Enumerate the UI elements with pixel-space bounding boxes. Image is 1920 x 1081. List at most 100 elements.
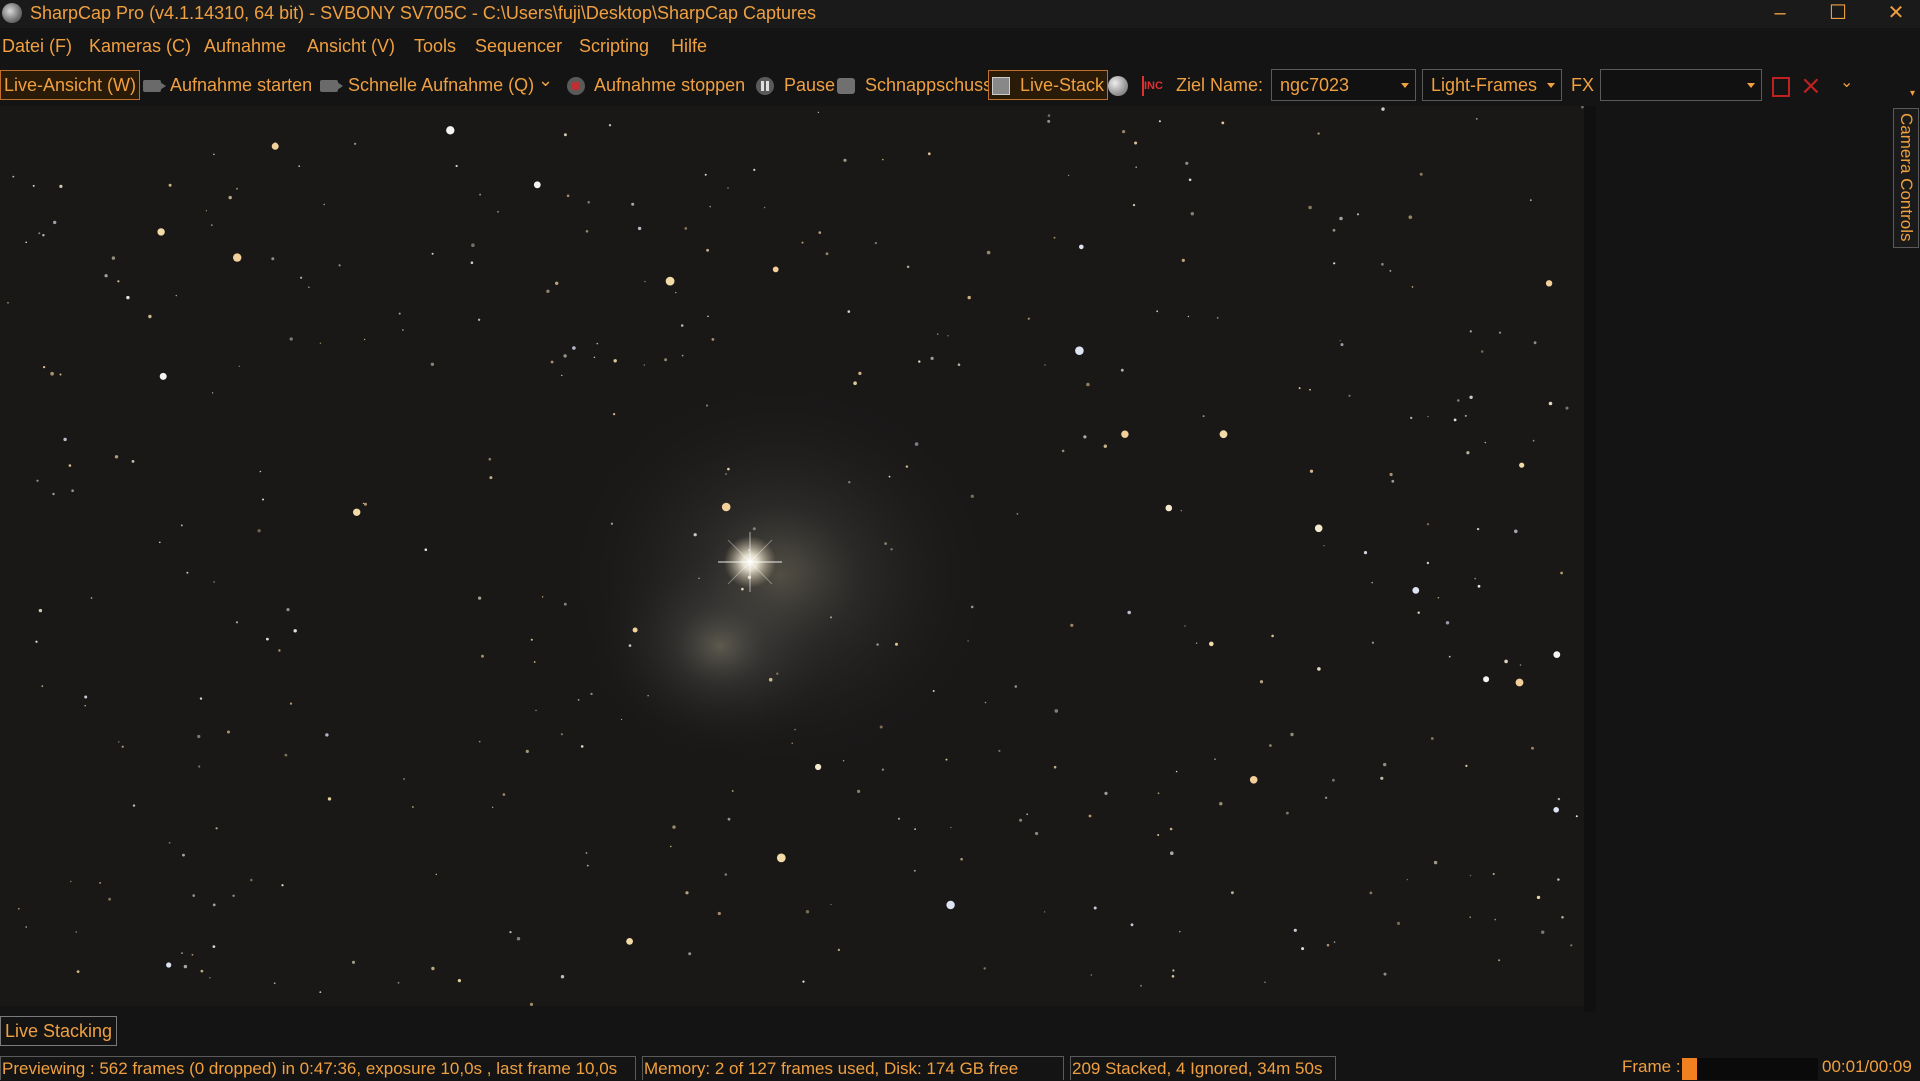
inc-icon[interactable]: INC — [1142, 76, 1166, 96]
frame-progress-fill — [1682, 1058, 1697, 1080]
star — [212, 903, 216, 907]
star — [957, 363, 961, 367]
star — [830, 903, 832, 906]
star — [1044, 364, 1046, 366]
star — [1483, 676, 1490, 683]
snapshot-button[interactable]: Schnappschuss — [837, 71, 992, 99]
star — [70, 880, 72, 883]
live-stacking-tab[interactable]: Live Stacking — [0, 1016, 118, 1046]
star — [967, 640, 969, 642]
star — [721, 502, 731, 512]
menu-sequencer[interactable]: Sequencer — [475, 36, 562, 57]
star — [1369, 891, 1373, 895]
close-button[interactable]: ✕ — [1868, 0, 1920, 28]
star — [478, 596, 482, 600]
quick-capture-button[interactable]: Schnelle Aufnahme (Q) — [320, 71, 534, 99]
star — [1185, 161, 1189, 165]
menu-aufnahme[interactable]: Aufnahme — [204, 36, 286, 57]
star — [157, 228, 165, 236]
star — [90, 597, 93, 599]
menu-tools[interactable]: Tools — [414, 36, 456, 57]
star — [847, 310, 851, 313]
star — [1103, 444, 1108, 448]
star — [843, 158, 847, 162]
snapshot-icon — [837, 78, 855, 95]
star — [209, 976, 211, 979]
star — [18, 908, 20, 910]
fx-dropdown[interactable] — [1600, 69, 1762, 101]
star — [1557, 878, 1560, 881]
star — [1419, 172, 1423, 176]
star — [665, 276, 675, 286]
pause-button[interactable]: Pause — [756, 71, 835, 99]
star — [308, 286, 310, 288]
camera-controls-tab[interactable]: Camera Controls — [1893, 108, 1919, 248]
star — [198, 765, 201, 768]
star — [1545, 280, 1553, 287]
star — [364, 502, 367, 506]
toolbar-overflow-icon[interactable]: ⌄ — [1840, 72, 1853, 92]
star — [709, 205, 711, 208]
star — [1043, 911, 1046, 913]
star — [1381, 262, 1384, 266]
star — [610, 522, 614, 525]
star — [1561, 916, 1564, 919]
chevron-down-icon — [1747, 83, 1755, 88]
star — [906, 265, 910, 269]
star — [647, 695, 649, 697]
start-capture-label: Aufnahme starten — [170, 75, 313, 95]
star — [182, 853, 185, 857]
star — [620, 718, 623, 721]
frame-label: Frame : — [1622, 1057, 1681, 1076]
frame-type-dropdown[interactable]: Light-Frames — [1422, 69, 1562, 101]
star — [41, 685, 44, 688]
menu-scripting[interactable]: Scripting — [579, 36, 649, 57]
star — [259, 470, 262, 473]
target-name-dropdown[interactable]: ngc7023 — [1271, 69, 1416, 101]
live-view-label: Live-Ansicht (W) — [4, 75, 137, 95]
live-stack-button[interactable]: Live-Stack — [988, 70, 1109, 100]
star — [1553, 807, 1559, 813]
star — [741, 587, 744, 591]
star — [1317, 132, 1320, 135]
star — [541, 596, 544, 598]
star — [753, 168, 756, 171]
menu-datei[interactable]: Datei (F) — [2, 36, 72, 57]
star — [593, 356, 596, 358]
star — [672, 825, 676, 829]
red-square-icon[interactable] — [1772, 77, 1790, 97]
menu-kameras[interactable]: Kameras (C) — [89, 36, 191, 57]
star — [1469, 330, 1472, 333]
star — [1476, 527, 1480, 531]
red-x-icon[interactable]: ⨯ — [1800, 72, 1822, 98]
star — [1214, 758, 1216, 760]
star — [768, 677, 773, 682]
live-view-button[interactable]: Live-Ansicht (W) — [0, 70, 141, 100]
star — [52, 492, 55, 496]
start-capture-button[interactable]: Aufnahme starten — [143, 71, 312, 99]
star — [572, 346, 576, 350]
quick-capture-dropdown-icon[interactable]: ⌄ — [538, 66, 553, 94]
star — [1339, 340, 1341, 342]
star — [1259, 680, 1264, 684]
star — [895, 642, 898, 646]
star — [126, 295, 130, 300]
star — [905, 465, 909, 468]
panel-pin-icon[interactable]: ▾ — [1910, 88, 1915, 99]
moon-icon[interactable] — [1108, 76, 1128, 96]
star — [1426, 561, 1430, 565]
star — [1433, 860, 1438, 865]
star — [879, 725, 883, 729]
star — [327, 797, 332, 801]
fx-label: FX — [1571, 75, 1595, 95]
star — [1383, 972, 1387, 976]
stop-capture-button[interactable]: Aufnahme stoppen — [567, 71, 745, 99]
menu-hilfe[interactable]: Hilfe — [671, 36, 707, 57]
minimize-button[interactable]: – — [1752, 0, 1808, 28]
menu-ansicht[interactable]: Ansicht (V) — [307, 36, 395, 57]
star — [546, 289, 550, 293]
image-viewport[interactable] — [0, 106, 1584, 1006]
star — [266, 637, 269, 641]
star — [805, 910, 810, 914]
maximize-button[interactable]: ☐ — [1810, 0, 1866, 28]
